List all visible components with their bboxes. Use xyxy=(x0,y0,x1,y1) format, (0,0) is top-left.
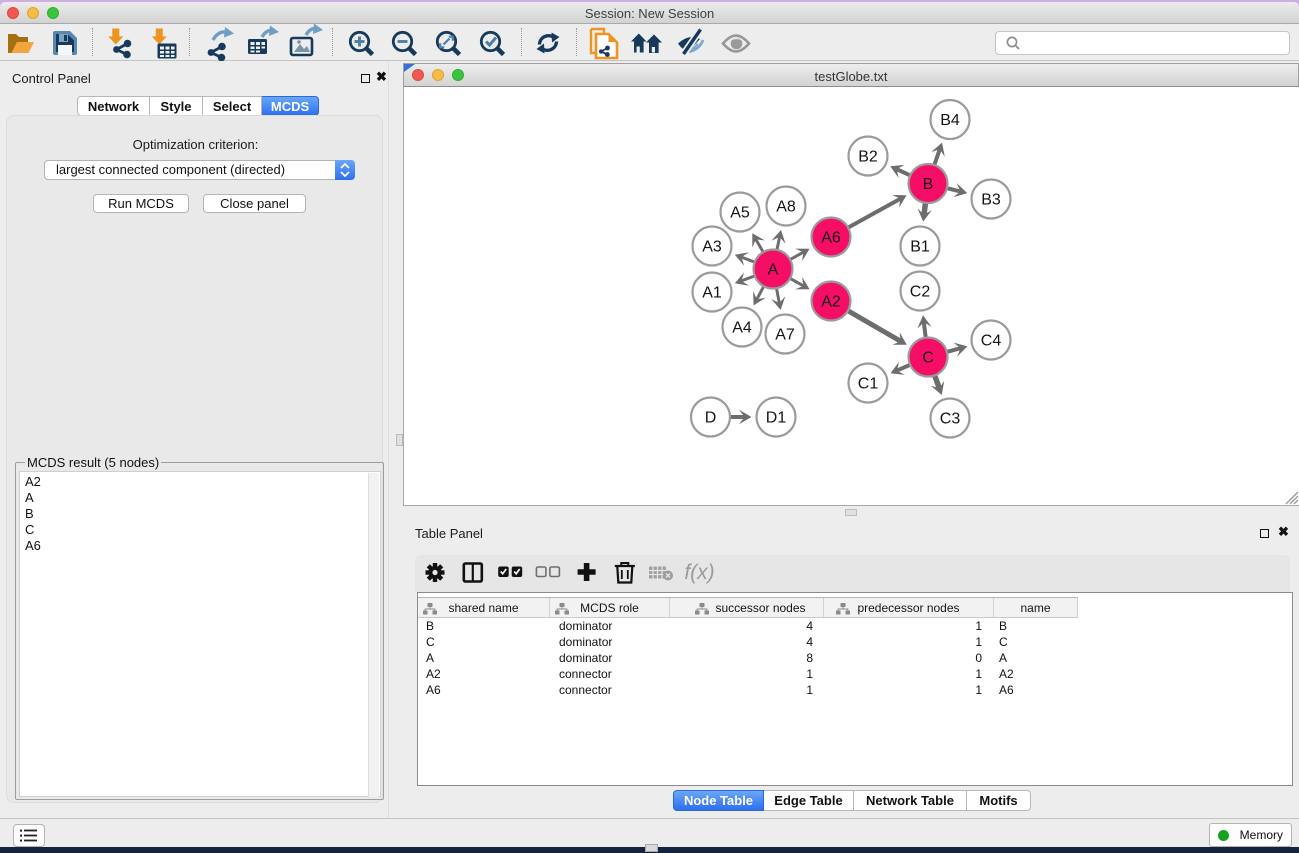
svg-text:f(x): f(x) xyxy=(684,561,714,584)
svg-text:C2: C2 xyxy=(910,284,931,301)
svg-text:A1: A1 xyxy=(702,285,722,302)
svg-text:B1: B1 xyxy=(910,239,930,256)
svg-text:D1: D1 xyxy=(766,410,787,427)
svg-text:A5: A5 xyxy=(730,205,750,222)
svg-text:B: B xyxy=(923,176,934,193)
svg-text:A4: A4 xyxy=(732,320,752,337)
svg-text:D: D xyxy=(705,410,717,427)
svg-text:A2: A2 xyxy=(821,294,841,311)
svg-text:A8: A8 xyxy=(776,199,796,216)
svg-text:C4: C4 xyxy=(981,333,1002,350)
svg-text:A3: A3 xyxy=(702,239,722,256)
svg-text:A7: A7 xyxy=(775,327,795,344)
svg-text:A: A xyxy=(768,262,779,279)
svg-text:A6: A6 xyxy=(821,230,841,247)
svg-text:C: C xyxy=(922,350,934,367)
svg-text:C1: C1 xyxy=(858,376,879,393)
svg-text:B4: B4 xyxy=(940,112,960,129)
svg-text:B2: B2 xyxy=(858,149,878,166)
svg-text:B3: B3 xyxy=(981,192,1001,209)
svg-text:C3: C3 xyxy=(940,411,961,428)
